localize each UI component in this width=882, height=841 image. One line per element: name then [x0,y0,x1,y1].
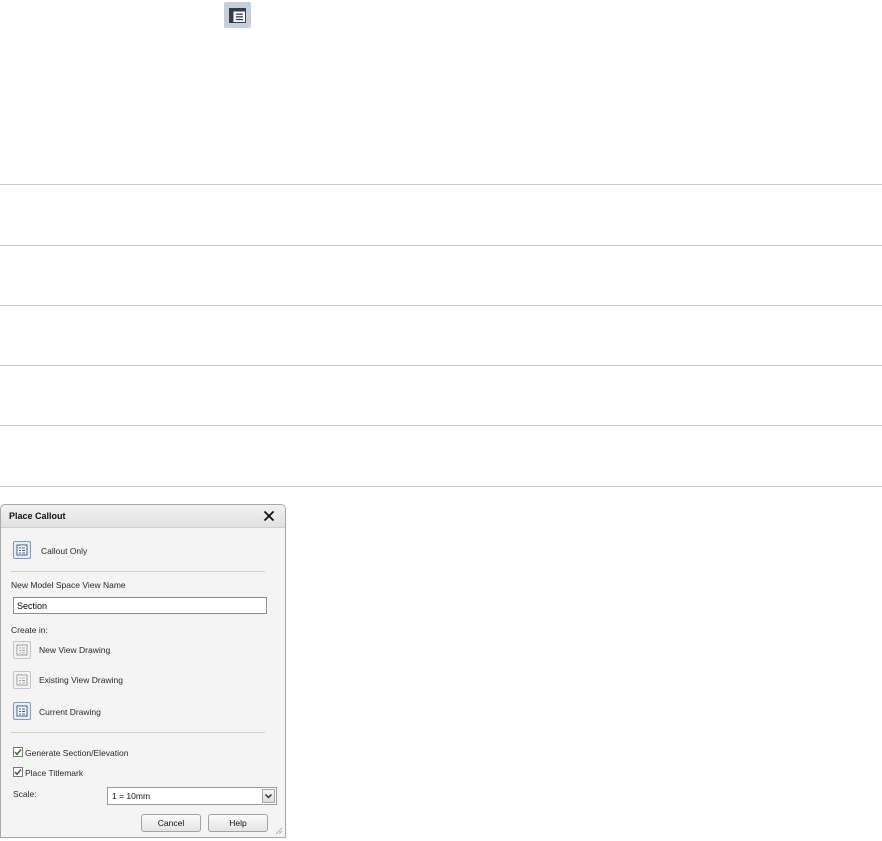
divider [0,365,882,366]
help-button[interactable]: Help [208,814,268,832]
callout-only-icon [16,544,28,556]
current-drawing-button[interactable] [13,702,31,720]
chevron-down-icon[interactable] [262,789,275,803]
existing-view-drawing-icon [16,674,28,686]
separator [11,732,265,733]
view-name-input[interactable] [13,597,267,614]
scale-select[interactable]: 1 = 10mm [107,787,277,805]
resize-grip-icon[interactable] [275,827,283,835]
generate-section-label: Generate Section/Elevation [25,748,129,758]
place-titlemark-checkbox[interactable] [13,767,23,777]
dialog-title: Place Callout [9,511,66,521]
callout-only-label: Callout Only [41,546,88,556]
scale-value: 1 = 10mm [112,791,151,801]
cancel-button[interactable]: Cancel [141,814,201,832]
place-callout-dialog: Place Callout Callout Only New Model Spa… [0,504,286,838]
existing-view-drawing-label: Existing View Drawing [39,675,123,685]
place-titlemark-label: Place Titlemark [25,768,84,778]
close-icon[interactable] [262,509,276,523]
divider [0,425,882,426]
checkmark-icon [14,748,22,756]
current-drawing-label: Current Drawing [39,707,101,717]
new-view-drawing-label: New View Drawing [39,645,111,655]
existing-view-drawing-button[interactable] [13,671,31,689]
separator [11,571,265,572]
view-name-label: New Model Space View Name [11,580,126,590]
dialog-title-bar[interactable]: Place Callout [1,505,285,528]
scale-label: Scale: [13,789,37,799]
current-drawing-icon [16,705,28,717]
divider [0,184,882,185]
checkmark-icon [14,768,22,776]
divider [0,486,882,487]
properties-palette-icon[interactable] [224,2,251,28]
callout-only-button[interactable] [13,541,31,559]
create-in-label: Create in: [11,625,48,635]
new-view-drawing-icon [16,644,28,656]
new-view-drawing-button[interactable] [13,641,31,659]
divider [0,305,882,306]
divider [0,245,882,246]
generate-section-checkbox[interactable] [13,747,23,757]
